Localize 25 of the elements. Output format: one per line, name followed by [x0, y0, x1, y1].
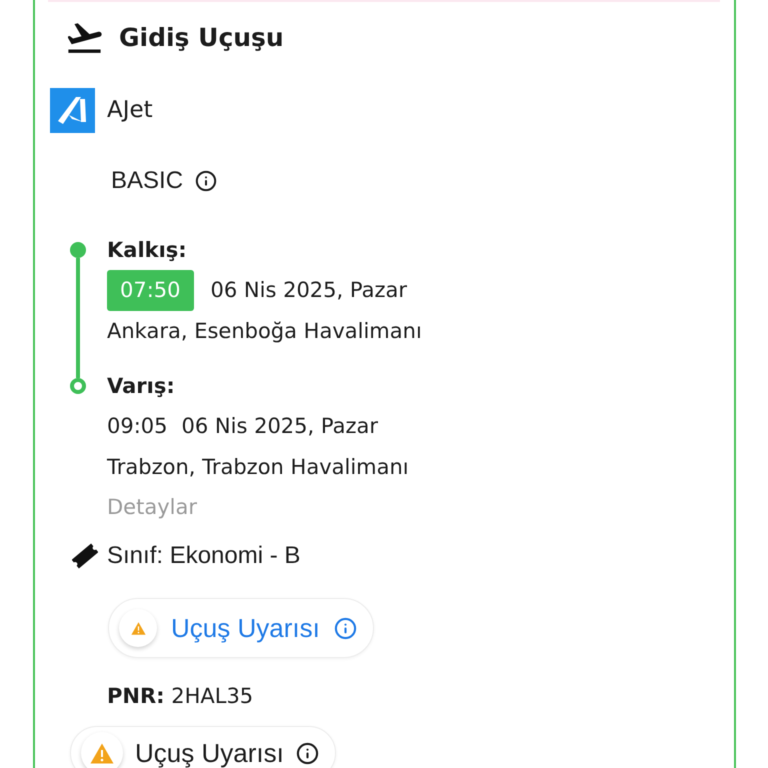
- timeline-ring-icon: [70, 378, 86, 394]
- ticket-icon: [72, 543, 98, 569]
- warning-icon: [119, 609, 157, 647]
- date-text: 06 Nis 2025, Pazar: [210, 276, 407, 304]
- fare-name: BASIC: [111, 166, 184, 196]
- info-icon: [296, 742, 319, 764]
- logo-icon: [50, 88, 95, 133]
- flight-alert-button[interactable]: Uçuş Uyarısı: [108, 598, 374, 658]
- stop-label: Varış:: [107, 373, 175, 400]
- date-text: 06 Nis 2025, Pazar: [182, 412, 378, 440]
- airport-text: Trabzon, Trabzon Havalimanı: [107, 454, 409, 481]
- details-link[interactable]: Detaylar: [107, 487, 197, 527]
- plane-takeoff-icon: [68, 23, 102, 53]
- flight-alert-banner[interactable]: Uçuş Uyarısı: [70, 726, 336, 768]
- airline-name: AJet: [107, 96, 153, 126]
- warning-icon: [81, 732, 123, 768]
- cabin-class: Sınıf: Ekonomi - B: [107, 541, 300, 571]
- info-icon: [334, 616, 357, 640]
- stop-label: Kalkış:: [107, 237, 187, 264]
- time-badge: 07:50: [107, 270, 194, 311]
- pnr-text: PNR: 2HAL35: [107, 683, 254, 710]
- airport-text: Ankara, Esenboğa Havalimanı: [107, 318, 422, 345]
- time-text: 09:05: [107, 412, 168, 440]
- section-title: Gidiş Uçuşu: [119, 22, 284, 54]
- info-icon[interactable]: [195, 170, 218, 192]
